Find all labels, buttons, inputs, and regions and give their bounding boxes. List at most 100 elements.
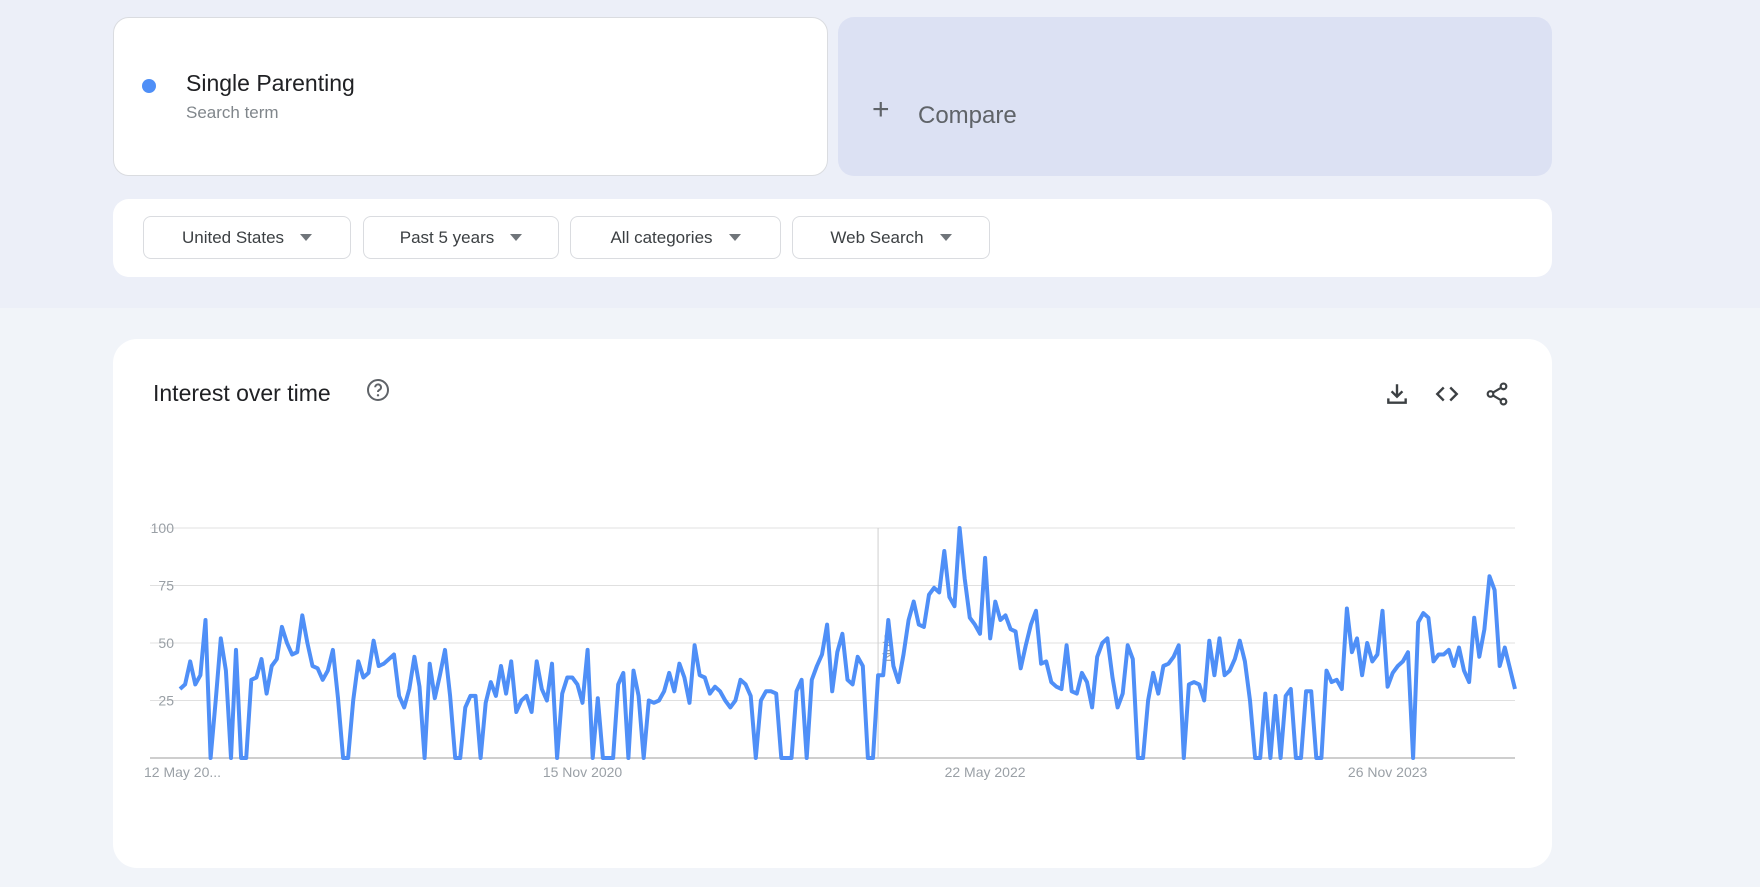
data-point[interactable] (1304, 689, 1309, 694)
data-point[interactable] (1217, 636, 1222, 641)
data-point[interactable] (234, 647, 239, 652)
data-point[interactable] (1375, 652, 1380, 657)
data-point[interactable] (1477, 654, 1482, 659)
data-point[interactable] (458, 756, 463, 761)
data-point[interactable] (1135, 756, 1140, 761)
data-point[interactable] (901, 652, 906, 657)
data-point[interactable] (213, 698, 218, 703)
data-point[interactable] (295, 650, 300, 655)
data-point[interactable] (1192, 680, 1197, 685)
data-point[interactable] (1482, 627, 1487, 632)
data-point[interactable] (1242, 659, 1247, 664)
data-point[interactable] (274, 657, 279, 662)
data-point[interactable] (1018, 666, 1023, 671)
data-point[interactable] (1253, 756, 1258, 761)
data-point[interactable] (713, 684, 718, 689)
data-point[interactable] (707, 691, 712, 696)
data-point[interactable] (269, 664, 274, 669)
data-point[interactable] (1497, 664, 1502, 669)
data-point[interactable] (825, 622, 830, 627)
data-point[interactable] (229, 756, 234, 761)
data-point[interactable] (1125, 643, 1130, 648)
data-point[interactable] (183, 682, 188, 687)
data-point[interactable] (1028, 622, 1033, 627)
data-point[interactable] (509, 659, 514, 664)
data-point[interactable] (641, 756, 646, 761)
data-point[interactable] (320, 677, 325, 682)
data-point[interactable] (1334, 677, 1339, 682)
data-point[interactable] (570, 675, 575, 680)
data-point[interactable] (223, 668, 228, 673)
data-point[interactable] (417, 684, 422, 689)
data-point[interactable] (1309, 689, 1314, 694)
data-point[interactable] (448, 693, 453, 698)
data-point[interactable] (738, 677, 743, 682)
data-point[interactable] (402, 705, 407, 710)
data-point[interactable] (616, 682, 621, 687)
data-point[interactable] (779, 756, 784, 761)
data-point[interactable] (1034, 608, 1039, 613)
data-point[interactable] (636, 693, 641, 698)
data-point[interactable] (534, 659, 539, 664)
data-point[interactable] (723, 698, 728, 703)
data-point[interactable] (1100, 641, 1105, 646)
data-point[interactable] (1258, 756, 1263, 761)
data-point[interactable] (1462, 668, 1467, 673)
data-point[interactable] (1064, 643, 1069, 648)
data-point[interactable] (769, 689, 774, 694)
data-point[interactable] (443, 647, 448, 652)
data-point[interactable] (799, 677, 804, 682)
data-point[interactable] (1120, 691, 1125, 696)
data-point[interactable] (407, 687, 412, 692)
data-point[interactable] (804, 756, 809, 761)
data-point[interactable] (1457, 645, 1462, 650)
data-point[interactable] (1426, 615, 1431, 620)
data-point[interactable] (264, 691, 269, 696)
data-point[interactable] (1039, 661, 1044, 666)
data-point[interactable] (1202, 698, 1207, 703)
data-point[interactable] (1293, 756, 1298, 761)
data-point[interactable] (555, 756, 560, 761)
data-point[interactable] (906, 618, 911, 623)
data-point[interactable] (886, 618, 891, 623)
data-point[interactable] (1248, 698, 1253, 703)
data-point[interactable] (1299, 756, 1304, 761)
data-point[interactable] (514, 710, 519, 715)
data-point[interactable] (1105, 636, 1110, 641)
data-point[interactable] (386, 657, 391, 662)
data-point[interactable] (1431, 659, 1436, 664)
data-point[interactable] (437, 673, 442, 678)
data-point[interactable] (524, 693, 529, 698)
data-point[interactable] (1130, 657, 1135, 662)
data-point[interactable] (1406, 650, 1411, 655)
data-point[interactable] (1263, 691, 1268, 696)
data-point[interactable] (830, 689, 835, 694)
data-point[interactable] (310, 664, 315, 669)
data-point[interactable] (1013, 629, 1018, 634)
data-point[interactable] (595, 696, 600, 701)
data-point[interactable] (1049, 680, 1054, 685)
data-point[interactable] (468, 693, 473, 698)
data-point[interactable] (911, 599, 916, 604)
data-point[interactable] (1197, 682, 1202, 687)
data-point[interactable] (1451, 664, 1456, 669)
data-point[interactable] (855, 654, 860, 659)
data-point[interactable] (1385, 684, 1390, 689)
data-point[interactable] (753, 756, 758, 761)
data-point[interactable] (1090, 705, 1095, 710)
data-point[interactable] (1141, 756, 1146, 761)
data-point[interactable] (544, 698, 549, 703)
data-point[interactable] (1023, 643, 1028, 648)
data-point[interactable] (371, 638, 376, 643)
data-point[interactable] (687, 700, 692, 705)
data-point[interactable] (585, 647, 590, 652)
data-point[interactable] (1441, 652, 1446, 657)
data-point[interactable] (764, 689, 769, 694)
data-point[interactable] (758, 698, 763, 703)
data-point[interactable] (1390, 670, 1395, 675)
data-point[interactable] (1365, 641, 1370, 646)
data-point[interactable] (1085, 680, 1090, 685)
data-point[interactable] (606, 756, 611, 761)
data-point[interactable] (1110, 675, 1115, 680)
data-point[interactable] (677, 661, 682, 666)
